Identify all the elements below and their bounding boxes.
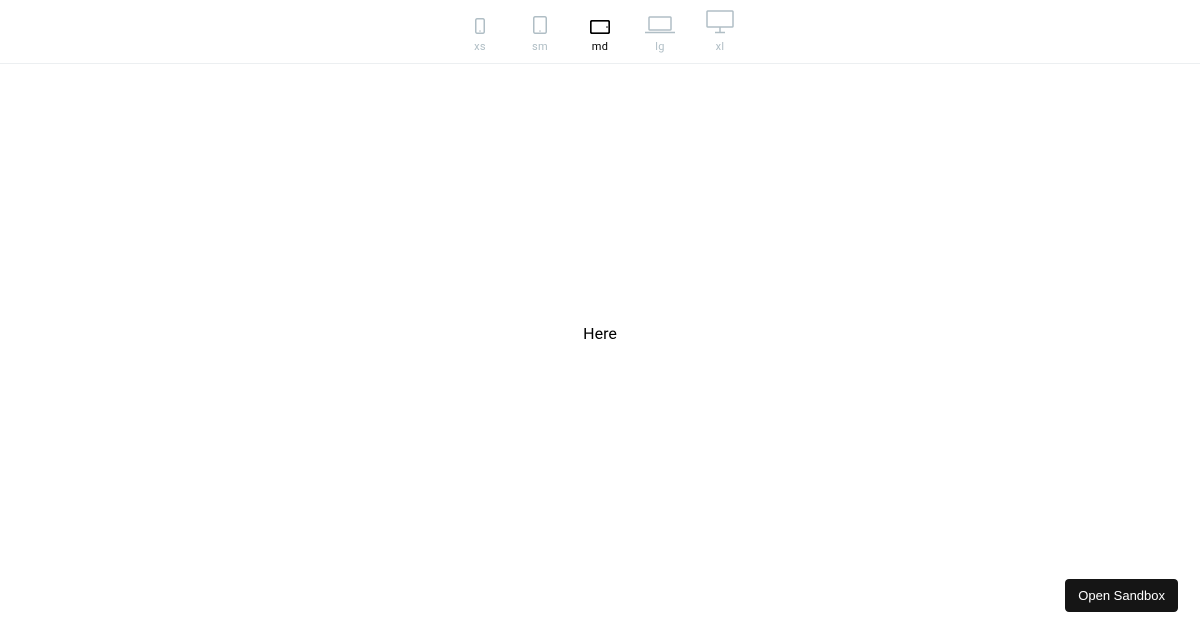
open-sandbox-button[interactable]: Open Sandbox xyxy=(1065,579,1178,612)
breakpoint-label: lg xyxy=(655,40,664,53)
tablet-landscape-icon xyxy=(590,10,610,34)
breakpoint-toolbar: xs sm md lg xyxy=(0,0,1200,64)
breakpoint-xl[interactable]: xl xyxy=(705,10,735,53)
laptop-icon xyxy=(645,10,675,34)
preview-area: Here xyxy=(0,64,1200,632)
desktop-icon xyxy=(706,10,734,34)
tablet-portrait-icon xyxy=(533,10,547,34)
breakpoint-lg[interactable]: lg xyxy=(645,10,675,53)
breakpoint-label: xl xyxy=(716,40,725,53)
breakpoint-label: md xyxy=(592,40,608,53)
phone-icon xyxy=(475,10,485,34)
breakpoint-label: xs xyxy=(474,40,486,53)
content-text: Here xyxy=(583,324,617,343)
breakpoint-label: sm xyxy=(532,40,548,53)
breakpoint-md[interactable]: md xyxy=(585,10,615,53)
breakpoint-xs[interactable]: xs xyxy=(465,10,495,53)
breakpoint-sm[interactable]: sm xyxy=(525,10,555,53)
